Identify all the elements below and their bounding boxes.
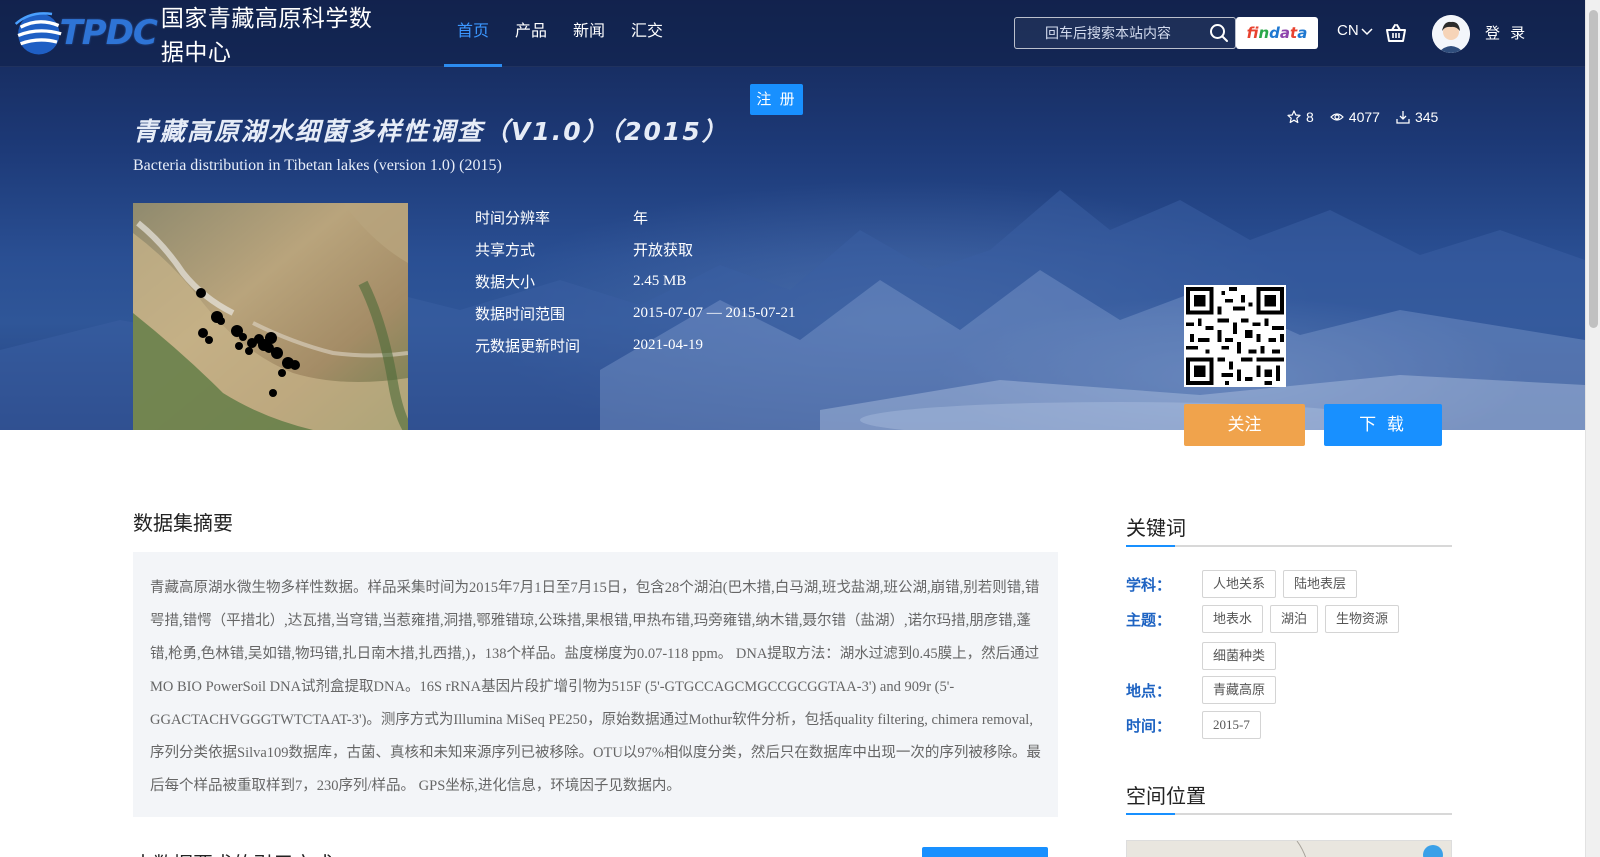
keywords-divider bbox=[1126, 545, 1452, 547]
meta-value: 2.45 MB bbox=[633, 272, 687, 289]
meta-value: 2021-04-19 bbox=[633, 336, 703, 353]
keyword-group-location: 地点： 青藏高原 bbox=[1126, 676, 1437, 704]
meta-row-updated: 元数据更新时间 2021-04-19 bbox=[475, 329, 795, 361]
menu-item-news[interactable]: 新闻 bbox=[560, 0, 618, 67]
keyword-tag[interactable]: 青藏高原 bbox=[1202, 676, 1277, 704]
keyword-group-label: 主题： bbox=[1126, 612, 1172, 629]
login-link[interactable]: 登 录 bbox=[1485, 22, 1528, 43]
search-icon[interactable] bbox=[1209, 23, 1229, 43]
language-label: CN bbox=[1337, 22, 1359, 39]
keyword-group-label: 时间： bbox=[1126, 718, 1172, 735]
satellite-map-image bbox=[133, 203, 408, 430]
main-menu: 首页 产品 新闻 汇交 bbox=[444, 0, 676, 67]
follow-button[interactable]: 关注 bbox=[1184, 404, 1305, 446]
keyword-tag[interactable]: 生物资源 bbox=[1325, 605, 1400, 633]
favorites-stat: 8 bbox=[1287, 109, 1314, 125]
download-icon bbox=[1396, 111, 1410, 124]
dataset-meta-list: 时间分辨率 年 共享方式 开放获取 数据大小 2.45 MB 数据时间范围 20… bbox=[475, 201, 795, 361]
user-avatar-icon bbox=[1432, 15, 1470, 53]
chevron-down-icon bbox=[1361, 27, 1373, 35]
keyword-tag[interactable]: 地表水 bbox=[1202, 605, 1264, 633]
views-stat: 4077 bbox=[1329, 109, 1380, 125]
summary-box: 青藏高原湖水微生物多样性数据。样品采集时间为2015年7月1日至7月15日，包含… bbox=[133, 552, 1058, 817]
menu-item-home[interactable]: 首页 bbox=[444, 0, 503, 67]
shopping-basket-icon[interactable] bbox=[1385, 22, 1407, 44]
meta-value: 开放获取 bbox=[633, 242, 694, 259]
map-image bbox=[1296, 841, 1443, 857]
top-navbar: TPDC 国家青藏高原科学数据中心 首页 产品 新闻 汇交 findata CN bbox=[0, 0, 1585, 67]
citation-heading: 本数据要求的引用方式 bbox=[133, 848, 333, 857]
spatial-divider bbox=[1126, 813, 1452, 815]
spatial-heading: 空间位置 bbox=[1126, 786, 1206, 808]
star-icon bbox=[1287, 110, 1301, 124]
site-name: 国家青藏高原科学数据中心 bbox=[160, 5, 373, 65]
views-count: 4077 bbox=[1348, 109, 1380, 125]
citation-action-button[interactable] bbox=[922, 847, 1048, 857]
keyword-group-label: 学科： bbox=[1126, 577, 1172, 594]
dataset-title-en: Bacteria distribution in Tibetan lakes (… bbox=[133, 157, 502, 174]
eye-icon bbox=[1329, 113, 1344, 121]
summary-heading: 数据集摘要 bbox=[133, 513, 233, 535]
meta-row-time-resolution: 时间分辨率 年 bbox=[475, 201, 795, 233]
site-logo[interactable]: TPDC 国家青藏高原科学数据中心 bbox=[14, 4, 394, 65]
meta-value: 年 bbox=[633, 210, 649, 227]
keyword-group-label: 地点： bbox=[1126, 683, 1172, 700]
keyword-group-discipline: 学科： 人地关系 陆地表层 bbox=[1126, 570, 1437, 598]
meta-key: 数据大小 bbox=[475, 273, 536, 291]
dataset-stats: 8 4077 345 bbox=[1287, 109, 1438, 125]
keyword-group-theme: 主题： 地表水 湖泊 生物资源 细菌种类 bbox=[1126, 605, 1437, 670]
register-button[interactable]: 注 册 bbox=[750, 84, 803, 115]
page-scrollbar[interactable] bbox=[1585, 0, 1600, 857]
meta-key: 数据时间范围 bbox=[475, 305, 566, 323]
keywords-heading: 关键词 bbox=[1126, 518, 1186, 540]
keyword-tag[interactable]: 湖泊 bbox=[1270, 605, 1319, 633]
favorites-count: 8 bbox=[1306, 109, 1314, 125]
meta-row-time-range: 数据时间范围 2015-07-07 — 2015-07-21 bbox=[475, 297, 795, 329]
globe-logo-icon bbox=[14, 12, 62, 55]
keyword-tag[interactable]: 人地关系 bbox=[1202, 570, 1277, 598]
download-button[interactable]: 下 载 bbox=[1324, 404, 1442, 446]
keyword-tags: 2015-7 bbox=[1202, 711, 1437, 739]
meta-key: 时间分辨率 bbox=[475, 209, 551, 227]
search-input[interactable] bbox=[1015, 18, 1205, 48]
meta-value: 2015-07-07 — 2015-07-21 bbox=[633, 304, 796, 321]
qr-code-image bbox=[1186, 287, 1284, 385]
language-switch[interactable]: CN bbox=[1337, 22, 1373, 39]
keyword-group-time: 时间： 2015-7 bbox=[1126, 711, 1437, 739]
qr-code bbox=[1184, 285, 1286, 387]
spatial-map[interactable] bbox=[1126, 840, 1452, 857]
keyword-tags: 地表水 湖泊 生物资源 细菌种类 bbox=[1202, 605, 1437, 670]
logo-tpdc-text: TPDC bbox=[59, 13, 158, 53]
search-box bbox=[1014, 17, 1236, 49]
keyword-tags: 人地关系 陆地表层 bbox=[1202, 570, 1437, 598]
menu-item-submit[interactable]: 汇交 bbox=[618, 0, 676, 67]
keyword-tag[interactable]: 陆地表层 bbox=[1283, 570, 1358, 598]
user-avatar[interactable] bbox=[1432, 15, 1470, 53]
downloads-stat: 345 bbox=[1396, 109, 1438, 125]
findata-button[interactable]: findata bbox=[1236, 17, 1318, 49]
meta-key: 元数据更新时间 bbox=[475, 337, 581, 355]
downloads-count: 345 bbox=[1414, 109, 1439, 125]
dataset-thumbnail-map[interactable] bbox=[133, 203, 408, 430]
keyword-tag[interactable]: 细菌种类 bbox=[1202, 642, 1277, 670]
meta-row-sharing: 共享方式 开放获取 bbox=[475, 233, 795, 265]
keyword-tag[interactable]: 2015-7 bbox=[1202, 711, 1261, 739]
summary-text: 青藏高原湖水微生物多样性数据。样品采集时间为2015年7月1日至7月15日，包含… bbox=[150, 580, 1041, 794]
menu-item-products[interactable]: 产品 bbox=[502, 0, 560, 67]
keyword-tags: 青藏高原 bbox=[1202, 676, 1437, 704]
meta-row-size: 数据大小 2.45 MB bbox=[475, 265, 795, 297]
scrollbar-thumb[interactable] bbox=[1589, 10, 1598, 328]
meta-key: 共享方式 bbox=[475, 241, 536, 259]
dataset-title-cn: 青藏高原湖水细菌多样性调查（V1.0）（2015） bbox=[133, 117, 729, 146]
